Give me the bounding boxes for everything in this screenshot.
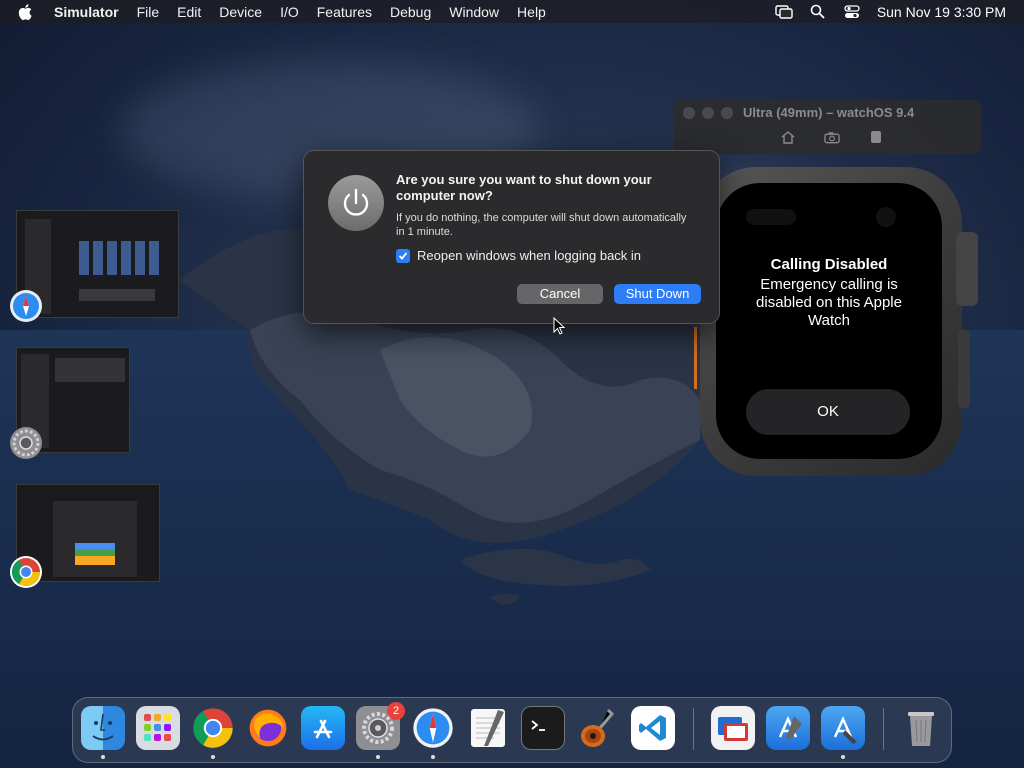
running-indicator xyxy=(841,755,845,759)
thumbnail-settings-content xyxy=(55,358,125,382)
menu-features[interactable]: Features xyxy=(317,4,372,20)
spotlight-search-icon[interactable] xyxy=(809,4,827,20)
zoom-window-button[interactable] xyxy=(721,107,733,119)
menubar-clock[interactable]: Sun Nov 19 3:30 PM xyxy=(877,4,1006,20)
checkmark-icon[interactable] xyxy=(396,248,410,263)
simulator-window-title: Ultra (49mm) – watchOS 9.4 xyxy=(743,105,915,120)
watch-alert-message: Emergency calling is disabled on this Ap… xyxy=(756,276,902,329)
menu-file[interactable]: File xyxy=(137,4,160,20)
launchpad-icon[interactable] xyxy=(136,706,180,750)
rotate-icon[interactable] xyxy=(868,130,884,144)
system-settings-app-icon[interactable] xyxy=(10,427,42,459)
simulator-window-toolbar: Ultra (49mm) – watchOS 9.4 xyxy=(674,100,981,154)
dock-separator xyxy=(693,708,694,750)
menu-window[interactable]: Window xyxy=(449,4,499,20)
reopen-windows-label: Reopen windows when logging back in xyxy=(417,248,642,263)
running-indicator xyxy=(376,755,380,759)
simulator-app-icon[interactable] xyxy=(821,706,865,750)
running-indicator xyxy=(211,755,215,759)
menu-device[interactable]: Device xyxy=(219,4,262,20)
watch-screen: Calling Disabled Emergency calling is di… xyxy=(716,183,942,459)
thumbnail-chrome-page xyxy=(53,501,137,577)
minimize-window-button[interactable] xyxy=(702,107,714,119)
menu-io[interactable]: I/O xyxy=(280,4,299,20)
textedit-icon[interactable] xyxy=(466,706,510,750)
mouse-cursor-icon xyxy=(553,317,565,335)
screen-mirroring-icon[interactable] xyxy=(775,4,793,20)
xcode-icon[interactable] xyxy=(766,706,810,750)
power-icon xyxy=(328,175,384,231)
home-icon[interactable] xyxy=(780,130,796,144)
chrome-app-icon[interactable] xyxy=(10,556,42,588)
menu-help[interactable]: Help xyxy=(517,4,546,20)
control-center-icon[interactable] xyxy=(843,4,861,20)
thumbnail-privacy-box xyxy=(79,289,155,301)
menu-debug[interactable]: Debug xyxy=(390,4,431,20)
dock: 2 xyxy=(72,697,952,763)
thumbnail-favorites-grid xyxy=(79,241,159,275)
menu-app-name[interactable]: Simulator xyxy=(54,4,119,20)
watch-digital-crown[interactable] xyxy=(956,232,978,306)
menu-edit[interactable]: Edit xyxy=(177,4,201,20)
watch-side-button[interactable] xyxy=(958,330,970,408)
watch-status-blur xyxy=(746,209,796,225)
dialog-message: If you do nothing, the computer will shu… xyxy=(396,212,687,238)
dock-separator xyxy=(883,708,884,750)
screenshot-icon[interactable] xyxy=(824,130,840,144)
notification-badge: 2 xyxy=(387,702,405,720)
watch-status-blur xyxy=(876,207,896,227)
vscode-icon[interactable] xyxy=(631,706,675,750)
dialog-title: Are you sure you want to shut down your … xyxy=(396,172,652,203)
shut-down-button[interactable]: Shut Down xyxy=(614,284,701,304)
apple-menu-icon[interactable] xyxy=(18,3,36,20)
watch-ok-button[interactable]: OK xyxy=(746,389,910,435)
safari-icon[interactable] xyxy=(411,706,455,750)
watch-action-button[interactable] xyxy=(694,327,697,389)
running-indicator xyxy=(431,755,435,759)
screens-app-icon[interactable] xyxy=(711,706,755,750)
safari-app-icon[interactable] xyxy=(10,290,42,322)
watch-alert-title: Calling Disabled xyxy=(770,256,888,273)
running-indicator xyxy=(101,755,105,759)
finder-icon[interactable] xyxy=(81,706,125,750)
firefox-icon[interactable] xyxy=(246,706,290,750)
trash-icon[interactable] xyxy=(899,706,943,750)
reopen-windows-checkbox[interactable]: Reopen windows when logging back in xyxy=(396,248,641,263)
garageband-icon[interactable] xyxy=(576,706,620,750)
terminal-icon[interactable] xyxy=(521,706,565,750)
close-window-button[interactable] xyxy=(683,107,695,119)
cancel-button[interactable]: Cancel xyxy=(517,284,603,304)
shutdown-dialog: Are you sure you want to shut down your … xyxy=(303,150,720,324)
chrome-icon[interactable] xyxy=(191,706,235,750)
thumbnail-chrome-stripes xyxy=(75,543,115,565)
menu-bar: Simulator File Edit Device I/O Features … xyxy=(0,0,1024,23)
app-store-icon[interactable] xyxy=(301,706,345,750)
